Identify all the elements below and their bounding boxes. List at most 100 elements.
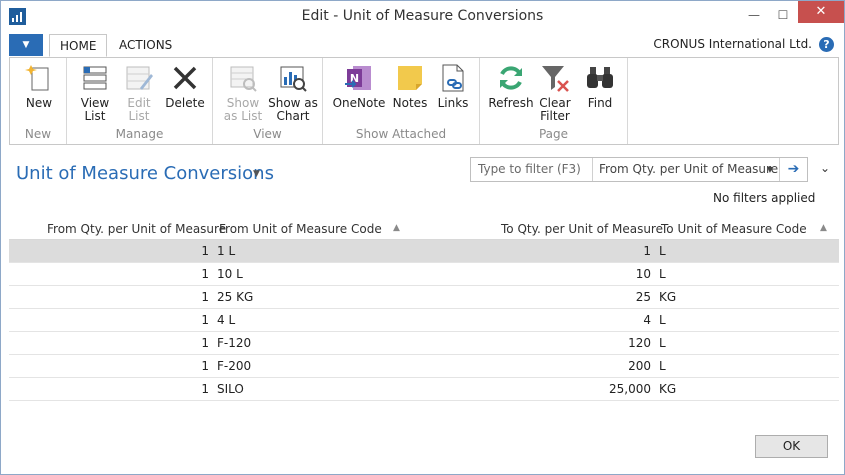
cell-to-code: L [659, 267, 666, 281]
company-name[interactable]: CRONUS International Ltd. [653, 37, 812, 51]
refresh-button[interactable]: Refresh [486, 62, 536, 110]
onenote-button[interactable]: N OneNote [331, 62, 387, 110]
filter-input[interactable]: Type to filter (F3) [471, 158, 593, 181]
link-icon [437, 62, 469, 94]
new-button-label: New [25, 96, 53, 110]
new-row-placeholder[interactable] [9, 401, 839, 423]
cell-to-qty: 10 [635, 267, 651, 281]
filter-field-select[interactable]: From Qty. per Unit of Measure ▼ [593, 158, 779, 181]
binoculars-icon [584, 62, 616, 94]
close-button[interactable]: ✕ [798, 1, 844, 23]
delete-button[interactable]: Delete [163, 62, 207, 110]
minimize-button[interactable]: — [740, 3, 768, 27]
cell-from-qty: 1 [201, 244, 209, 258]
filter-bar: Type to filter (F3) From Qty. per Unit o… [470, 157, 808, 182]
page-title-dropdown-icon[interactable]: ▼ [253, 169, 260, 179]
cell-to-qty: 120 [628, 336, 651, 350]
group-label-new: New [24, 127, 52, 141]
table-row[interactable]: 1 1 L 1 L [9, 240, 839, 263]
delete-x-icon [169, 62, 201, 94]
application-menu-button[interactable]: ▼ [9, 34, 43, 56]
ribbon-group-manage: View List Edit List Delete Manage [67, 58, 213, 144]
filter-status: No filters applied [713, 191, 816, 205]
view-list-button[interactable]: View List [75, 62, 115, 123]
cell-to-code: L [659, 336, 666, 350]
edit-list-icon [123, 62, 155, 94]
ok-button[interactable]: OK [755, 435, 828, 458]
show-as-list-button[interactable]: Show as List [221, 62, 265, 123]
cell-to-qty: 25,000 [609, 382, 651, 396]
help-icon[interactable]: ? [819, 37, 834, 52]
cell-from-qty: 1 [201, 359, 209, 373]
cell-from-code: 4 L [217, 313, 236, 327]
cell-to-code: L [659, 313, 666, 327]
window-title: Edit - Unit of Measure Conversions [301, 8, 544, 24]
cell-from-qty: 1 [201, 313, 209, 327]
table-row[interactable]: 1 SILO 25,000 KG [9, 378, 839, 401]
cell-from-qty: 1 [201, 267, 209, 281]
ribbon-group-show-attached: N OneNote Notes Links Show Attached [323, 58, 480, 144]
table-row[interactable]: 1 10 L 10 L [9, 263, 839, 286]
title-bar: Edit - Unit of Measure Conversions — ☐ ✕ [1, 1, 844, 32]
ribbon-group-view: Show as List Show as Chart View [213, 58, 323, 144]
new-button[interactable]: New [19, 62, 59, 110]
column-header-from-qty[interactable]: From Qty. per Unit of Measure [47, 222, 226, 236]
show-as-chart-label-line2: Chart [276, 109, 310, 123]
cell-from-code: F-200 [217, 359, 252, 373]
find-label: Find [587, 96, 613, 110]
refresh-icon [495, 62, 527, 94]
page-title[interactable]: Unit of Measure Conversions [16, 163, 274, 184]
links-button[interactable]: Links [433, 62, 473, 110]
table-row[interactable]: 1 25 KG 25 KG [9, 286, 839, 309]
show-as-list-label-line2: as List [223, 109, 263, 123]
cell-to-code: KG [659, 290, 677, 304]
onenote-label: OneNote [332, 96, 386, 110]
onenote-icon: N [343, 62, 375, 94]
sort-ascending-icon: ▲ [820, 223, 827, 233]
column-header-to-qty[interactable]: To Qty. per Unit of Measure [501, 222, 663, 236]
notes-button[interactable]: Notes [390, 62, 430, 110]
view-list-label-line2: List [84, 109, 106, 123]
delete-label: Delete [165, 96, 205, 110]
conversions-table: From Qty. per Unit of Measure From Unit … [9, 216, 839, 423]
column-header-from-code[interactable]: From Unit of Measure Code [219, 222, 382, 236]
find-button[interactable]: Find [580, 62, 620, 110]
apply-filter-arrow-icon[interactable]: ➔ [779, 158, 807, 181]
clear-filter-icon [539, 62, 571, 94]
cell-from-code: 1 L [217, 244, 236, 258]
edit-dialog-window: Edit - Unit of Measure Conversions — ☐ ✕… [0, 0, 845, 475]
cell-from-code: SILO [217, 382, 244, 396]
group-label-show-attached: Show Attached [355, 127, 447, 141]
group-label-manage: Manage [115, 127, 164, 141]
clear-filter-button[interactable]: Clear Filter [535, 62, 575, 123]
cell-to-qty: 200 [628, 359, 651, 373]
cell-from-code: 10 L [217, 267, 243, 281]
edit-list-button[interactable]: Edit List [119, 62, 159, 123]
new-document-icon [23, 62, 55, 94]
table-row[interactable]: 1 4 L 4 L [9, 309, 839, 332]
group-label-page: Page [538, 127, 569, 141]
column-header-to-code[interactable]: To Unit of Measure Code [661, 222, 807, 236]
view-list-icon [79, 62, 111, 94]
notes-label: Notes [392, 96, 428, 110]
refresh-label: Refresh [488, 96, 534, 110]
ribbon: New New View List Edit List Delete Manag… [9, 57, 839, 145]
chevron-down-icon: ▼ [766, 165, 773, 174]
table-row[interactable]: 1 F-200 200 L [9, 355, 839, 378]
cell-from-code: 25 KG [217, 290, 254, 304]
show-as-list-icon [227, 62, 259, 94]
cell-to-qty: 1 [643, 244, 651, 258]
tab-actions[interactable]: ACTIONS [109, 34, 182, 57]
filter-field-value: From Qty. per Unit of Measure [599, 162, 779, 176]
ribbon-group-page: Refresh Clear Filter Find Page [480, 58, 628, 144]
collapse-chevron-icon[interactable]: ⌄ [820, 161, 830, 175]
cell-to-code: L [659, 359, 666, 373]
show-as-chart-button[interactable]: Show as Chart [267, 62, 319, 123]
ribbon-group-new: New New [10, 58, 67, 144]
table-header: From Qty. per Unit of Measure From Unit … [9, 216, 839, 240]
maximize-button[interactable]: ☐ [769, 3, 797, 27]
cell-from-qty: 1 [201, 290, 209, 304]
table-row[interactable]: 1 F-120 120 L [9, 332, 839, 355]
edit-list-label-line2: List [128, 109, 150, 123]
tab-home[interactable]: HOME [49, 34, 108, 57]
